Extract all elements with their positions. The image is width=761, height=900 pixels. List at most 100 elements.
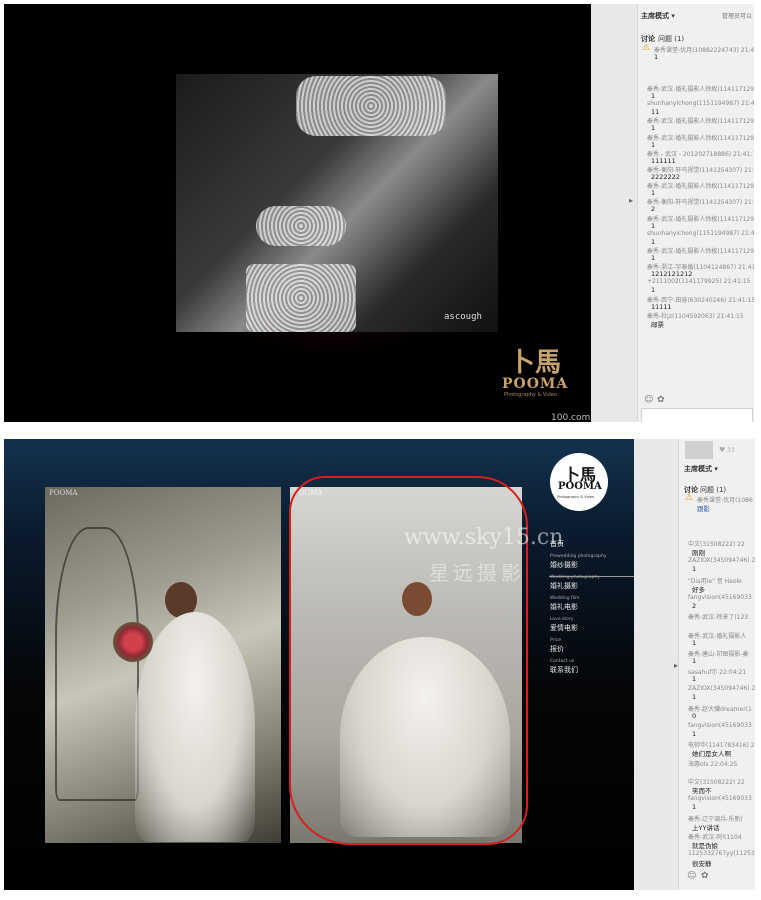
bride-dress — [135, 612, 255, 842]
menu-item-subtitle: Love story — [550, 617, 574, 622]
message-body: 1 — [692, 656, 697, 665]
menu-item[interactable]: 婚礼电影 — [550, 602, 578, 612]
logo-name: POOMA — [558, 481, 602, 492]
photo-credit: ascough — [444, 312, 482, 322]
message-header: 秦秀-武汉-婚礼摄影人徐枚(1141171296) — [647, 118, 754, 126]
panel-divider-2 — [634, 439, 678, 890]
menu-active-underline — [549, 576, 634, 577]
message-body: 1 — [692, 730, 697, 738]
lingerie-photo — [176, 74, 498, 332]
photo-logo-left: POOMA — [49, 489, 78, 497]
pooma-logo-mark: 卜馬 — [509, 348, 562, 378]
message-header: ZAZIOX(345094746) 22 — [688, 557, 755, 565]
pinned-header: 秦秀课堂-优月(10882224743) 21:41:15 — [654, 47, 754, 54]
menu-item[interactable]: 首页 — [550, 539, 564, 549]
menu-item[interactable]: 爱情电影 — [550, 623, 578, 633]
message-body: 就是伪娘 — [692, 841, 718, 850]
emoji-icon[interactable]: ☺ — [644, 395, 653, 405]
message-body: 1 — [692, 675, 697, 684]
menu-item[interactable]: 婚礼摄影 — [550, 581, 578, 591]
message-body: 2 — [692, 601, 697, 610]
message-body: 她们是女人啊 — [692, 750, 731, 759]
message-header: 秦秀-武汉-徐来了(123 — [688, 614, 749, 622]
message-body: 1 — [651, 254, 656, 262]
gift-icon[interactable]: ✿ — [657, 395, 665, 405]
menu-item[interactable]: 婚纱摄影 — [550, 560, 578, 570]
message-body: 1212121212 — [651, 270, 693, 279]
gift-icon-2[interactable]: ✿ — [701, 871, 709, 881]
message-body: 1 — [692, 638, 697, 647]
message-body: 上YY讲话 — [692, 823, 720, 832]
watermark-url: www.sky15.cn — [404, 525, 564, 550]
message-header: 海惠ols 22:04:25 — [688, 760, 738, 768]
menu-item-subtitle: Prewedding photography — [550, 554, 607, 559]
chat-panel-top: 主席模式 ▾ 管理员可以 讨论 问题 (1) ⚠ 秦秀课堂-优月(1088222… — [637, 4, 754, 422]
message-header: 秦秀-武汉-婚礼摄影人徐枚(1141171296) — [647, 215, 754, 223]
message-header: 秦秀-武汉-婚礼摄影人徐枚(1141171296) — [647, 134, 754, 142]
message-body: 1 — [692, 565, 697, 574]
message-body: 1 — [651, 237, 656, 246]
message-header: 秦秀-唐山-印图摄影-秦 — [688, 650, 749, 658]
chat-input[interactable] — [641, 408, 753, 422]
message-body: 1 — [692, 693, 697, 702]
message-body: 刚刚 — [692, 549, 705, 557]
pooma-logo-tagline: Photography & Video — [504, 392, 557, 398]
menu-item-subtitle: Price — [550, 638, 561, 643]
message-header: ZAZIOX(345094746) 22 — [688, 685, 755, 693]
message-header: 1125332767yy(1125332 — [688, 850, 755, 858]
message-body: 很安静 — [692, 860, 712, 869]
notice-icon: ⚠ — [642, 43, 651, 53]
message-header: 秦秀-武汉-婚礼摄影人徐枚(1141171296) — [647, 183, 754, 191]
tab-questions[interactable]: 问题 (1) — [658, 34, 684, 44]
like-count: 33 — [727, 447, 735, 454]
like-icon[interactable]: ♥ — [719, 446, 725, 454]
mode-dropdown[interactable]: 主席模式 ▾ — [641, 11, 675, 21]
emoji-icon-2[interactable]: ☺ — [687, 871, 696, 881]
message-body: 1 — [651, 124, 656, 133]
menu-item-subtitle: Wedding film — [550, 596, 580, 601]
message-header: 秦秀-武汉-婚礼摄影人徐枚(1141171296) — [647, 248, 754, 255]
message-body: 1 — [651, 189, 656, 198]
collapse-arrow-icon[interactable]: ▸ — [629, 196, 633, 205]
menu-item[interactable]: 报价 — [550, 644, 564, 654]
watermark-studio: 星远摄影 — [429, 561, 525, 585]
message-header: sasahuf尔 22:04:21 — [688, 669, 747, 677]
message-body: 2 — [651, 205, 656, 214]
message-body: 1 — [651, 286, 656, 295]
chat-panel-bottom: ♥ 33 主席模式 ▾ 讨论 问题 (1) ⚠ 秦秀课堂-优月(1086 跟影 … — [678, 439, 755, 890]
message-header: shunhanyichong(1151194987) 21:41:15 — [647, 100, 754, 108]
avatar — [685, 441, 713, 459]
message-header: 秦秀-赵大骥dreamer(1 — [688, 705, 752, 713]
message-header: fangvision(45169033 — [688, 795, 752, 803]
tab-questions-2[interactable]: 问题 (1) — [700, 485, 726, 495]
message-body: 好多 — [692, 585, 705, 594]
notice-icon-2: ⚠ — [685, 493, 694, 503]
menu-item[interactable]: 联系我们 — [550, 665, 578, 675]
message-header: shunhanyichong(1151194987) 21:41:15 — [647, 229, 754, 237]
message-body: 2222222 — [651, 173, 680, 181]
birdcage-decor — [55, 527, 139, 801]
message-body: 笑而不 — [692, 786, 712, 795]
bride-photo-left: POOMA — [45, 487, 281, 843]
lace-stocking — [246, 264, 356, 332]
message-header: fangvision(45169033 — [688, 593, 752, 601]
admin-link[interactable]: 管理员可以 — [722, 11, 752, 20]
message-header: fangvision(45169033 — [688, 722, 752, 729]
message-body: 1 — [692, 803, 697, 812]
message-body: 11111 — [651, 302, 672, 311]
message-header: +2111002(1141179925) 21:41:15 — [647, 278, 751, 286]
top-screenshot-stage: ascough 卜馬 POOMA Photography & Video 100… — [4, 4, 591, 422]
message-header: 秦秀-武汉-婚礼摄影人徐枚(1141171296) — [647, 86, 754, 93]
site-watermark: 100.com — [551, 413, 591, 422]
message-body: 11 — [651, 108, 660, 117]
pooma-logo-name: POOMA — [502, 376, 569, 392]
lace-top — [296, 76, 446, 136]
mode-dropdown-2[interactable]: 主席模式 ▾ — [684, 464, 718, 474]
bouquet — [113, 622, 153, 662]
message-body: 0 — [692, 711, 697, 720]
message-header: 秦秀-衡阳-轩鸟视觉(1141254307) 21:41:15 — [647, 199, 754, 207]
logo-tagline: Photography & Video — [557, 495, 595, 499]
message-header: 秦秀-武汉-婚礼摄影人 — [688, 632, 747, 640]
pinned-body: 1 — [654, 53, 659, 61]
message-body: 1 — [651, 140, 656, 149]
